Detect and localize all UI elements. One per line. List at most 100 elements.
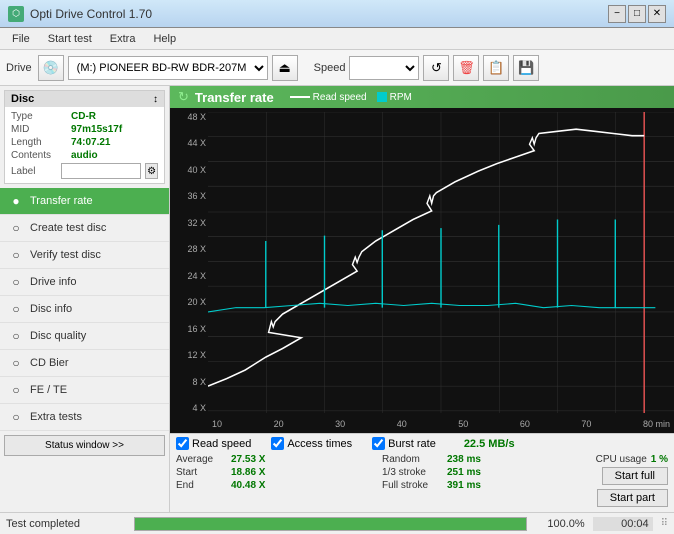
x-label-10: 10 [212, 419, 222, 429]
y-label-36: 36 X [187, 191, 206, 201]
toolbar: Drive 💿 (M:) PIONEER BD-RW BDR-207M 1.60… [0, 50, 674, 86]
disc-panel: Disc ↕ Type CD-R MID 97m15s17f Length 74… [4, 90, 165, 184]
stats-area: Read speed Access times Burst rate 22.5 … [170, 433, 674, 512]
label-key: Label [11, 166, 57, 177]
stats-col3: CPU usage 1 % Start full Start part [588, 454, 668, 509]
burst-rate-checkbox-text: Burst rate [388, 438, 436, 450]
drive-select[interactable]: (M:) PIONEER BD-RW BDR-207M 1.60 [68, 56, 268, 80]
content-area: ↻ Transfer rate Read speed RPM 48 X 44 X… [170, 86, 674, 512]
x-label-70: 70 [581, 419, 591, 429]
app-title: Opti Drive Control 1.70 [30, 7, 152, 21]
chart-legend: Read speed RPM [290, 92, 412, 103]
nav-disc-quality[interactable]: ○ Disc quality [0, 323, 169, 350]
copy-button[interactable]: 📋 [483, 55, 509, 81]
drive-label: Drive [6, 62, 32, 74]
y-label-44: 44 X [187, 138, 206, 148]
stats-col1: Average 27.53 X Start 18.86 X End 40.48 … [176, 454, 382, 509]
y-label-32: 32 X [187, 218, 206, 228]
menu-help[interactable]: Help [145, 31, 184, 47]
random-label: Random [382, 454, 447, 465]
refresh-button[interactable]: ↺ [423, 55, 449, 81]
resize-handle[interactable]: ⠿ [661, 518, 668, 529]
disc-type-row: Type CD-R [11, 111, 158, 122]
legend-read-speed-label: Read speed [313, 92, 367, 103]
nav-disc-info[interactable]: ○ Disc info [0, 296, 169, 323]
y-label-28: 28 X [187, 244, 206, 254]
time-display: 00:04 [593, 517, 653, 531]
average-row: Average 27.53 X [176, 454, 382, 465]
menu-file[interactable]: File [4, 31, 38, 47]
nav-transfer-rate-label: Transfer rate [30, 195, 93, 207]
main-area: Disc ↕ Type CD-R MID 97m15s17f Length 74… [0, 86, 674, 512]
app-icon: ⬡ [8, 6, 24, 22]
nav-extra-tests[interactable]: ○ Extra tests [0, 404, 169, 431]
burst-rate-checkbox[interactable] [372, 437, 385, 450]
menu-start-test[interactable]: Start test [40, 31, 100, 47]
disc-header: Disc ↕ [5, 91, 164, 107]
minimize-button[interactable]: − [608, 5, 626, 23]
x-label-40: 40 [397, 419, 407, 429]
erase-button[interactable]: 🗑 [453, 55, 479, 81]
disc-info-icon: ○ [8, 301, 24, 317]
fullstroke-label: Full stroke [382, 480, 447, 491]
average-value: 27.53 X [231, 454, 265, 465]
fullstroke-row: Full stroke 391 ms [382, 480, 588, 491]
access-times-checkbox[interactable] [271, 437, 284, 450]
label-settings-button[interactable]: ⚙ [145, 163, 158, 179]
y-label-4: 4 X [192, 403, 206, 413]
start-label: Start [176, 467, 231, 478]
nav-cd-bier[interactable]: ○ CD Bier [0, 350, 169, 377]
nav-fe-te[interactable]: ○ FE / TE [0, 377, 169, 404]
read-speed-checkbox[interactable] [176, 437, 189, 450]
nav-transfer-rate[interactable]: ● Transfer rate [0, 188, 169, 215]
read-speed-checkbox-label[interactable]: Read speed [176, 437, 251, 450]
legend-cyan-box [377, 92, 387, 102]
extra-tests-icon: ○ [8, 409, 24, 425]
eject-button[interactable]: ⏏ [272, 55, 298, 81]
burst-rate-checkbox-label[interactable]: Burst rate [372, 437, 436, 450]
nav-verify-test-disc[interactable]: ○ Verify test disc [0, 242, 169, 269]
progress-bar [134, 517, 527, 531]
stroke1-label: 1/3 stroke [382, 467, 447, 478]
cpu-value: 1 % [651, 454, 668, 465]
burst-rate-value: 22.5 MB/s [464, 438, 515, 450]
nav-verify-test-disc-label: Verify test disc [30, 249, 101, 261]
drive-icon-btn[interactable]: 💿 [38, 55, 64, 81]
type-key: Type [11, 111, 71, 122]
maximize-button[interactable]: □ [628, 5, 646, 23]
access-times-checkbox-text: Access times [287, 438, 352, 450]
chart-icon: ↻ [178, 89, 189, 105]
nav-create-test-disc[interactable]: ○ Create test disc [0, 215, 169, 242]
stats-rows: Average 27.53 X Start 18.86 X End 40.48 … [176, 454, 668, 509]
close-button[interactable]: ✕ [648, 5, 666, 23]
status-window-button[interactable]: Status window >> [4, 435, 165, 456]
read-speed-checkbox-text: Read speed [192, 438, 251, 450]
chart-header: ↻ Transfer rate Read speed RPM [170, 86, 674, 108]
disc-quality-icon: ○ [8, 328, 24, 344]
start-part-button[interactable]: Start part [597, 489, 668, 507]
start-full-button[interactable]: Start full [602, 467, 668, 485]
menu-extra[interactable]: Extra [102, 31, 144, 47]
legend-white-line [290, 96, 310, 98]
legend-rpm-label: RPM [390, 92, 412, 103]
disc-collapse-icon[interactable]: ↕ [153, 94, 158, 105]
chart-svg [208, 112, 674, 413]
nav-disc-info-label: Disc info [30, 303, 72, 315]
x-label-20: 20 [274, 419, 284, 429]
status-text: Test completed [6, 518, 126, 530]
nav-drive-info-label: Drive info [30, 276, 76, 288]
y-label-48: 48 X [187, 112, 206, 122]
save-button[interactable]: 💾 [513, 55, 539, 81]
nav-create-test-disc-label: Create test disc [30, 222, 106, 234]
disc-contents-row: Contents audio [11, 150, 158, 161]
contents-value: audio [71, 150, 98, 161]
speed-select[interactable] [349, 56, 419, 80]
cd-bier-icon: ○ [8, 355, 24, 371]
y-label-20: 20 X [187, 297, 206, 307]
nav-drive-info[interactable]: ○ Drive info [0, 269, 169, 296]
end-value: 40.48 X [231, 480, 265, 491]
access-times-checkbox-label[interactable]: Access times [271, 437, 352, 450]
cpu-label: CPU usage [596, 454, 647, 465]
random-row: Random 238 ms [382, 454, 588, 465]
label-input[interactable] [61, 163, 141, 179]
